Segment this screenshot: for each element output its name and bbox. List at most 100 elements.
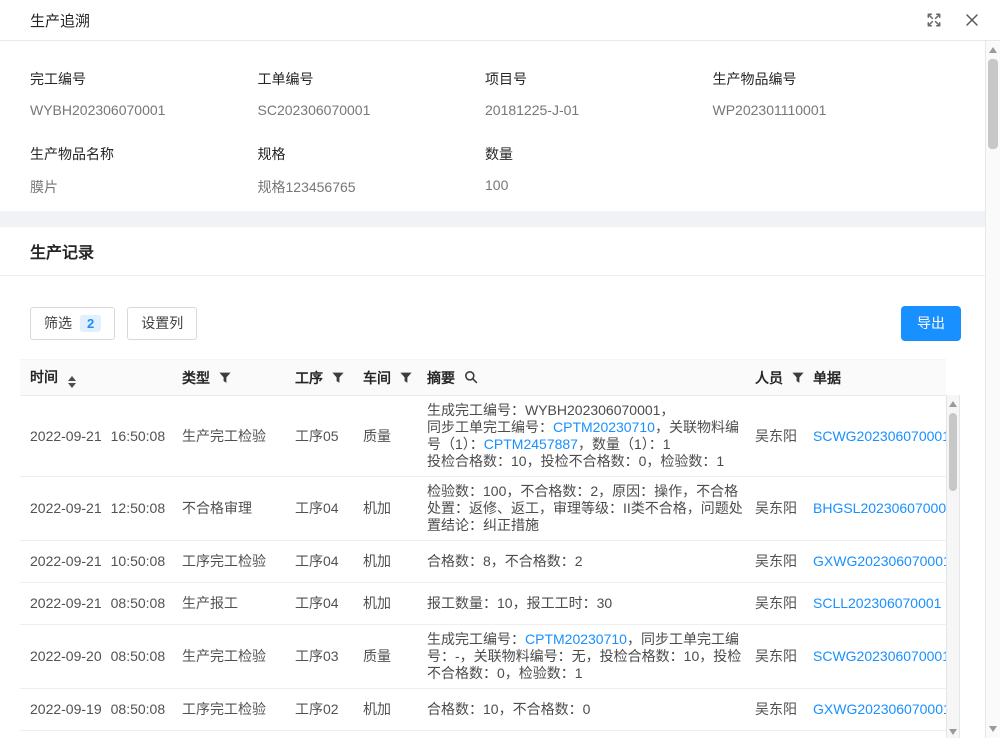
records-toolbar: 筛选 2 设置列 导出 xyxy=(0,306,985,340)
doc-link[interactable]: SCWG202306070001 xyxy=(813,648,946,664)
fullscreen-icon[interactable] xyxy=(926,12,942,28)
cell-doc: SCWG202306070001 xyxy=(813,625,946,689)
column-header-workshop[interactable]: 车间 xyxy=(363,360,427,396)
scroll-down-icon[interactable] xyxy=(947,725,959,738)
doc-link[interactable]: GXWG202306070001 xyxy=(813,553,946,569)
table-row: 2022-09-2116:50:08生产完工检验工序05质量生成完工编号：WYB… xyxy=(20,396,946,477)
field-value: SC202306070001 xyxy=(258,102,486,118)
cell-person: 吴东阳 xyxy=(755,625,813,689)
cell-person: 吴东阳 xyxy=(755,541,813,583)
cell-summary: 生成完工编号：WYBH202306070001，同步工单完工编号：CPTM202… xyxy=(427,396,755,477)
column-label-person: 人员 xyxy=(755,370,783,386)
cell-person: 吴东阳 xyxy=(755,477,813,541)
cell-process: 工序04 xyxy=(295,583,363,625)
field-label: 生产物品编号 xyxy=(713,69,941,89)
column-header-time[interactable]: 时间 xyxy=(20,360,182,396)
scroll-up-icon[interactable] xyxy=(986,43,1000,57)
export-button[interactable]: 导出 xyxy=(901,306,961,341)
search-icon[interactable] xyxy=(464,370,478,387)
field-label: 生产物品名称 xyxy=(30,144,258,164)
field-label: 完工编号 xyxy=(30,69,258,89)
cell-summary: 检验数：100，不合格数：2，原因：操作，不合格处置：返修、返工，审理等级：II… xyxy=(427,477,755,541)
cell-doc: SCLL202306070001 xyxy=(813,583,946,625)
cell-type: 不合格审理 xyxy=(182,477,295,541)
cell-doc: GXWG202306070001 xyxy=(813,689,946,731)
cell-process: 工序01 xyxy=(295,731,363,738)
field-label: 规格 xyxy=(258,144,486,164)
column-label-type: 类型 xyxy=(182,370,210,386)
summary-link[interactable]: CPTM20230710 xyxy=(553,419,655,435)
filter-icon[interactable] xyxy=(400,371,412,387)
records-table: 时间 类型 工序 xyxy=(20,359,960,738)
filter-button-label: 筛选 xyxy=(44,313,72,333)
field-value: 20181225-J-01 xyxy=(485,102,713,118)
doc-link[interactable]: BHGSL202306070001 xyxy=(813,500,946,516)
scroll-down-icon[interactable] xyxy=(986,722,1000,736)
field-label: 数量 xyxy=(485,144,713,164)
filter-icon[interactable] xyxy=(332,371,344,387)
modal-titlebar: 生产追溯 xyxy=(0,0,1000,41)
info-field: 生产物品名称 膜片 xyxy=(30,144,258,197)
section-divider xyxy=(0,211,985,227)
cell-process: 工序05 xyxy=(295,396,363,477)
info-field: 工单编号 SC202306070001 xyxy=(258,69,486,118)
column-header-summary[interactable]: 摘要 xyxy=(427,360,755,396)
close-icon[interactable] xyxy=(964,12,980,28)
cell-workshop: 机加 xyxy=(363,541,427,583)
cell-type: 工序完工检验 xyxy=(182,689,295,731)
cell-process: 工序02 xyxy=(295,689,363,731)
column-label-summary: 摘要 xyxy=(427,370,455,386)
cell-type: 工序完工检验 xyxy=(182,541,295,583)
column-header-type[interactable]: 类型 xyxy=(182,360,295,396)
table-row: 2022-09-2108:50:08生产报工工序04机加报工数量：10，报工工时… xyxy=(20,583,946,625)
cell-doc: GXWG202306070001 xyxy=(813,541,946,583)
doc-link[interactable]: SCLL202306070001 xyxy=(813,595,941,611)
cell-person: 吴东阳 xyxy=(755,583,813,625)
column-header-person[interactable]: 人员 xyxy=(755,360,813,396)
field-value: 规格123456765 xyxy=(258,177,486,197)
cell-time: 2022-09-2112:50:08 xyxy=(20,477,182,541)
filter-icon[interactable] xyxy=(219,371,231,387)
page-scrollbar-thumb[interactable] xyxy=(988,59,998,149)
filter-button[interactable]: 筛选 2 xyxy=(30,307,115,340)
cell-summary: 合格数：10，不合格数：0 xyxy=(427,689,755,731)
doc-link[interactable]: SCWG202306070001 xyxy=(813,428,946,444)
cell-type: 生产完工检验 xyxy=(182,625,295,689)
cell-process: 工序03 xyxy=(295,625,363,689)
field-label: 工单编号 xyxy=(258,69,486,89)
info-field: 规格 规格123456765 xyxy=(258,144,486,197)
table-row: 2022-09-2110:50:08工序完工检验工序04机加合格数：8，不合格数… xyxy=(20,541,946,583)
column-label-workshop: 车间 xyxy=(363,370,391,386)
cell-time: 2022-09-2008:50:08 xyxy=(20,625,182,689)
cell-type: 生产完工检验 xyxy=(182,396,295,477)
cell-summary: 生成完工编号：CPTM20230710，同步工单完工编号：-，关联物料编号：无，… xyxy=(427,625,755,689)
summary-link[interactable]: CPTM20230710 xyxy=(525,631,627,647)
cell-time: 2022-09-2110:50:08 xyxy=(20,541,182,583)
table-row: 2022-09-1908:50:08工序完工检验工序02机加合格数：10，不合格… xyxy=(20,689,946,731)
scroll-up-icon[interactable] xyxy=(947,397,959,411)
production-trace-modal: 生产追溯 完工编号 WYBH202306070001 工 xyxy=(0,0,985,738)
cell-summary: 合格数：8，不合格数：2 xyxy=(427,541,755,583)
set-columns-button[interactable]: 设置列 xyxy=(127,307,197,340)
column-header-process[interactable]: 工序 xyxy=(295,360,363,396)
table-header-row: 时间 类型 工序 xyxy=(20,360,946,396)
table-scrollbar-thumb[interactable] xyxy=(949,413,957,491)
summary-link[interactable]: CPTM2457887 xyxy=(484,436,578,452)
filter-icon[interactable] xyxy=(792,371,804,387)
table-scrollbar[interactable] xyxy=(946,395,960,738)
cell-workshop: 质量 xyxy=(363,625,427,689)
cell-workshop: 质量 xyxy=(363,396,427,477)
field-value: 膜片 xyxy=(30,177,258,197)
sort-icon[interactable] xyxy=(68,376,76,388)
column-header-doc: 单据 xyxy=(813,360,946,396)
info-field: 完工编号 WYBH202306070001 xyxy=(30,69,258,118)
page-scrollbar[interactable] xyxy=(985,41,1000,738)
records-section-title: 生产记录 xyxy=(30,245,94,262)
cell-summary: 报工数量：10，报工工时：30 xyxy=(427,583,755,625)
cell-doc: BHGSL202306070001 xyxy=(813,477,946,541)
cell-type: 生产报工 xyxy=(182,583,295,625)
cell-person: 吴东阳 xyxy=(755,689,813,731)
doc-link[interactable]: GXWG202306070001 xyxy=(813,701,946,717)
table-row: 2022-09-2008:50:08生产完工检验工序03质量生成完工编号：CPT… xyxy=(20,625,946,689)
cell-workshop: 机加 xyxy=(363,731,427,738)
